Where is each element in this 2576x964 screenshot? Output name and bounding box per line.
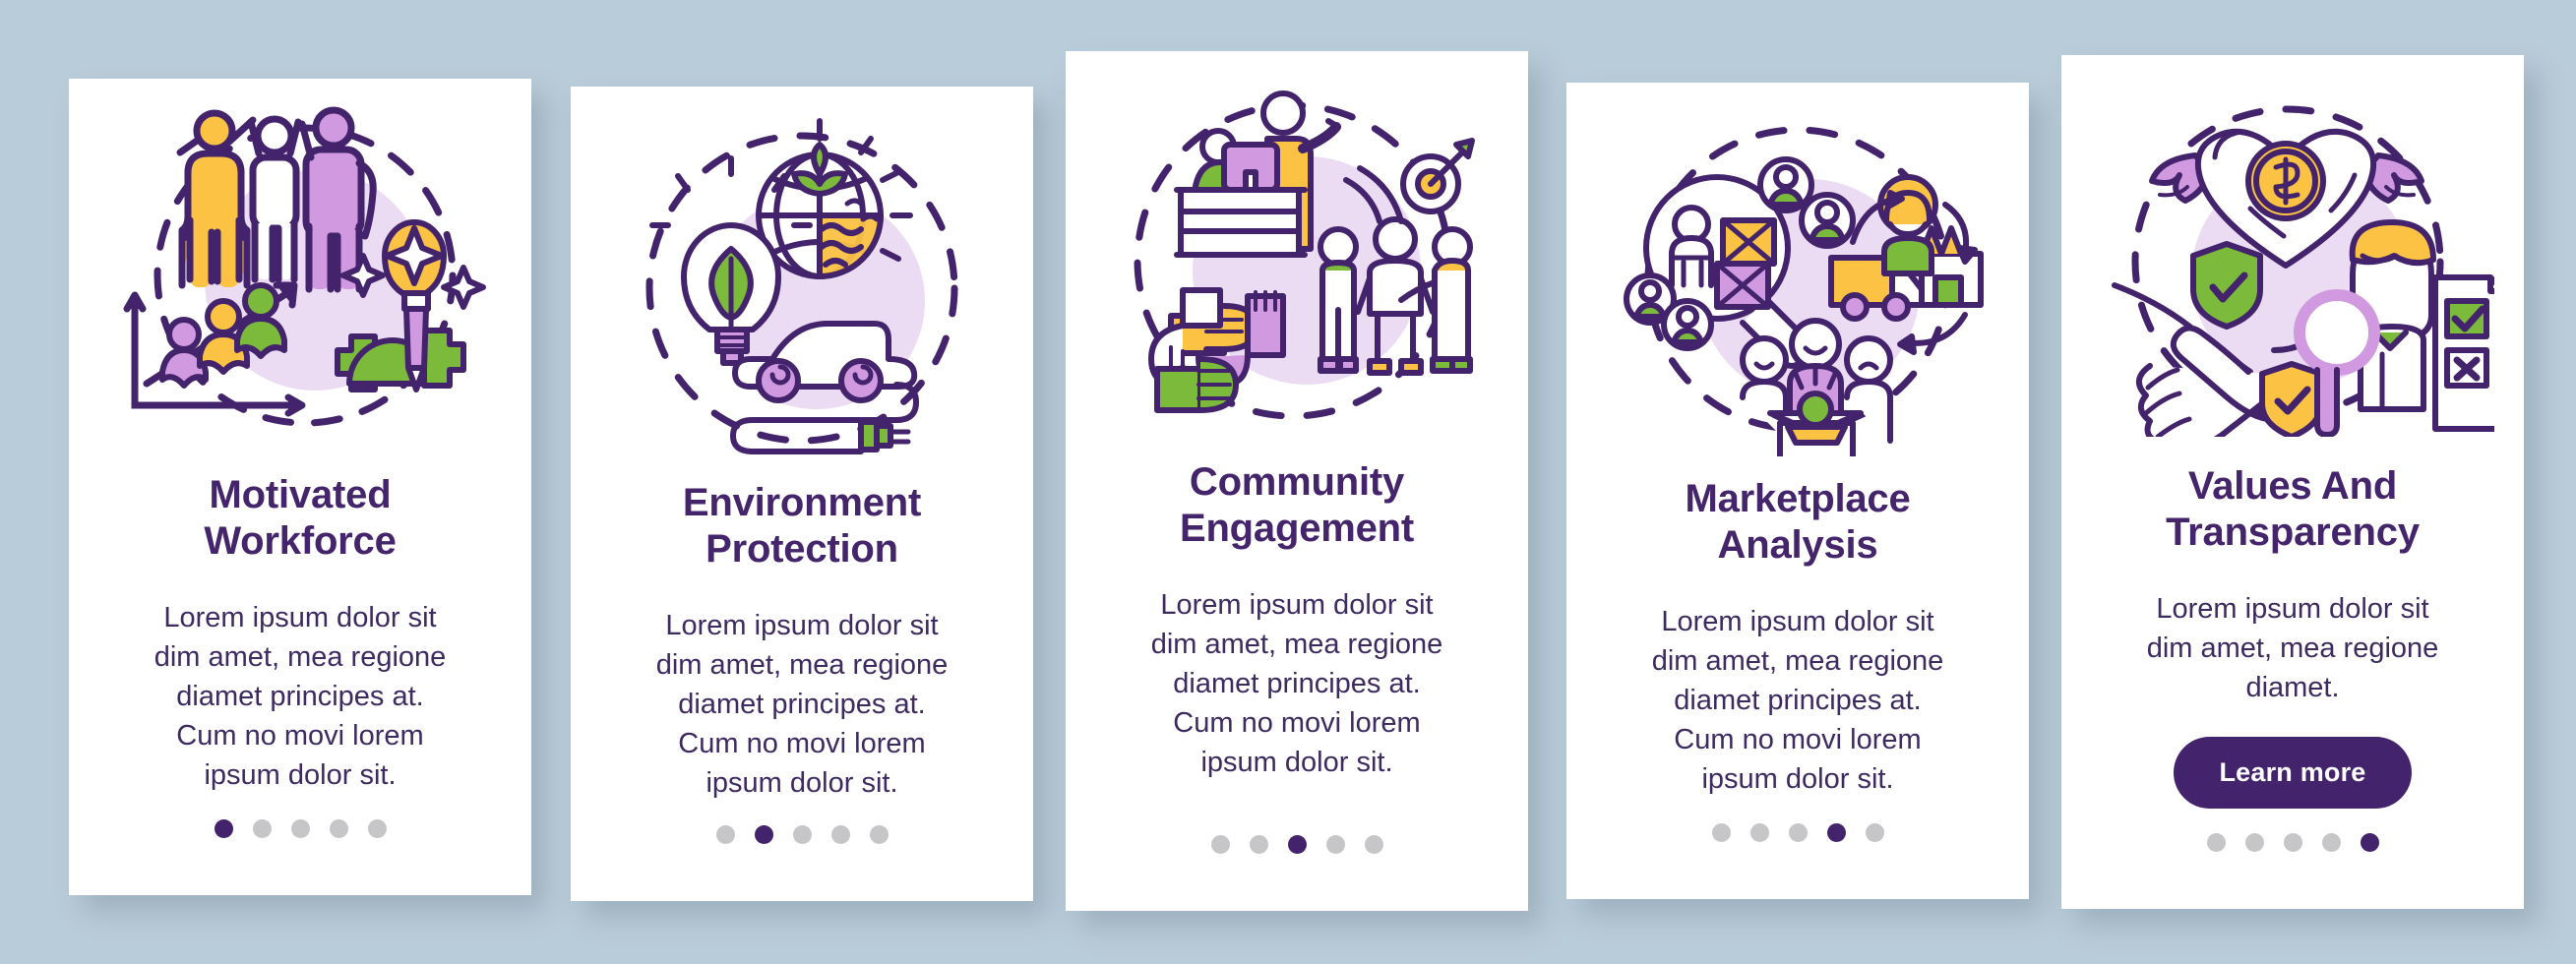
pagination-dot-1[interactable] [1210, 835, 1230, 854]
card-body-text: Lorem ipsum dolor sit dim amet, mea regi… [2146, 593, 2439, 704]
card-body-text: Lorem ipsum dolor sit dim amet, mea regi… [1651, 606, 1944, 796]
card-body-text: Lorem ipsum dolor sit dim amet, mea regi… [1150, 589, 1443, 779]
pagination-dot-5[interactable] [367, 819, 387, 838]
motivated-workforce-illustration [69, 79, 531, 472]
card-title: Environment Protection [682, 481, 922, 572]
pagination-dot-2[interactable] [2244, 833, 2264, 852]
pagination-dot-5[interactable] [869, 825, 889, 844]
values-transparency-illustration [2061, 55, 2524, 463]
pagination-dots[interactable] [2061, 833, 2524, 852]
card-title: Community Engagement [1179, 460, 1415, 551]
pagination-dot-1[interactable] [715, 825, 735, 844]
pagination-dot-4[interactable] [1325, 835, 1345, 854]
learn-more-button[interactable]: Learn more [2174, 737, 2412, 810]
pagination-dot-1[interactable] [214, 819, 233, 838]
marketplace-analysis-illustration [1566, 83, 2029, 476]
pagination-dot-3[interactable] [1287, 835, 1307, 854]
onboarding-card-motivated-workforce[interactable]: Motivated Workforce Lorem ipsum dolor si… [69, 79, 531, 895]
onboarding-screens-board: Motivated Workforce Lorem ipsum dolor si… [0, 0, 2576, 964]
pagination-dot-4[interactable] [329, 819, 348, 838]
onboarding-card-environment-protection[interactable]: Environment Protection Lorem ipsum dolor… [571, 87, 1033, 901]
pagination-dots[interactable] [69, 819, 531, 838]
pagination-dot-4[interactable] [830, 825, 850, 844]
pagination-dot-5[interactable] [2360, 833, 2379, 852]
card-title: Values And Transparency [2166, 464, 2420, 555]
environment-protection-illustration [571, 87, 1033, 480]
onboarding-card-marketplace-analysis[interactable]: Marketplace Analysis Lorem ipsum dolor s… [1566, 83, 2029, 899]
onboarding-card-values-transparency[interactable]: Values And Transparency Lorem ipsum dolo… [2061, 55, 2524, 909]
pagination-dot-1[interactable] [2206, 833, 2226, 852]
pagination-dot-2[interactable] [754, 825, 773, 844]
pagination-dot-3[interactable] [1788, 823, 1808, 842]
pagination-dot-2[interactable] [1249, 835, 1268, 854]
pagination-dot-5[interactable] [1865, 823, 1884, 842]
pagination-dot-2[interactable] [252, 819, 272, 838]
pagination-dots[interactable] [571, 825, 1033, 844]
pagination-dot-4[interactable] [1826, 823, 1846, 842]
pagination-dots[interactable] [1066, 835, 1528, 854]
pagination-dot-3[interactable] [290, 819, 310, 838]
card-title: Marketplace Analysis [1685, 477, 1911, 568]
pagination-dot-1[interactable] [1711, 823, 1731, 842]
pagination-dot-2[interactable] [1749, 823, 1769, 842]
pagination-dot-5[interactable] [1364, 835, 1383, 854]
card-body-text: Lorem ipsum dolor sit dim amet, mea regi… [655, 610, 949, 800]
card-body-text: Lorem ipsum dolor sit dim amet, mea regi… [153, 602, 447, 792]
community-engagement-illustration [1066, 51, 1528, 459]
pagination-dots[interactable] [1566, 823, 2029, 842]
onboarding-card-community-engagement[interactable]: Community Engagement Lorem ipsum dolor s… [1066, 51, 1528, 911]
pagination-dot-3[interactable] [2283, 833, 2302, 852]
card-title: Motivated Workforce [204, 473, 397, 564]
pagination-dot-4[interactable] [2321, 833, 2341, 852]
pagination-dot-3[interactable] [792, 825, 812, 844]
